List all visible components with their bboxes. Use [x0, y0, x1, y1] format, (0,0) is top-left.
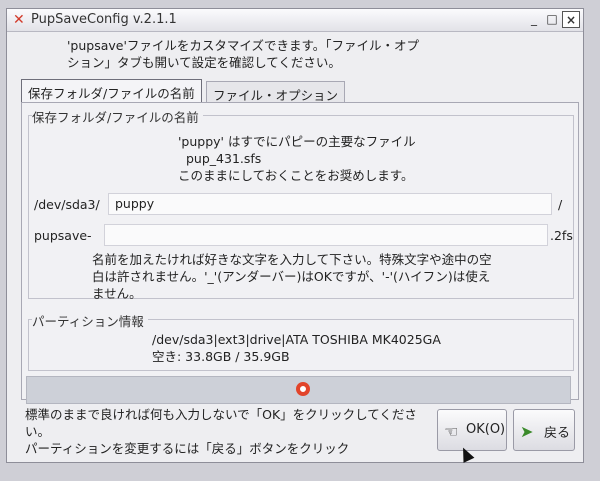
help-button-bar[interactable] [26, 376, 571, 404]
help-line-3: ません。 [92, 286, 142, 301]
info-line-3: このままにしておくことをお奨めします。 [178, 168, 414, 183]
help-line-2: 白は許されません。'_'(アンダーバー)はOKですが、'-'(ハイフン)は使え [92, 269, 491, 284]
close-button[interactable]: × [562, 11, 580, 28]
ok-button[interactable]: ☜ OK(O) [437, 409, 507, 451]
intro-line-2: ション」タブも開いて設定を確認してください。 [67, 55, 341, 70]
tab-save-folder[interactable]: 保存フォルダ/ファイルの名前 [21, 79, 202, 103]
footer-line-3: パーティションを変更するには「戻る」ボタンをクリック [25, 441, 350, 456]
folder-prefix-label: /dev/sda3/ [34, 197, 100, 212]
title-bar[interactable]: ✕ PupSaveConfig v.2.1.1 _ □ × [7, 9, 583, 32]
folder-name-input[interactable]: puppy [108, 193, 552, 215]
partition-free-space: 空き: 33.8GB / 35.9GB [152, 349, 290, 364]
tab-panel: 保存フォルダ/ファイルの名前 'puppy' はすでにパピーの主要なファイル p… [21, 102, 579, 400]
help-line-1: 名前を加えたければ好きな文字を入力して下さい。特殊文字や途中の空 [92, 252, 492, 267]
file-prefix-label: pupsave- [34, 228, 92, 243]
minimize-button[interactable]: _ [525, 11, 543, 28]
ok-button-label: OK(O) [466, 422, 506, 437]
partition-device: /dev/sda3|ext3|drive|ATA TOSHIBA MK4025G… [152, 332, 441, 347]
save-group-title: 保存フォルダ/ファイルの名前 [32, 107, 203, 126]
folder-suffix-label: / [558, 197, 563, 212]
tab-file-options[interactable]: ファイル・オプション [206, 81, 346, 103]
window-title: PupSaveConfig v.2.1.1 [31, 12, 177, 27]
back-arrow-icon: ➤ [520, 422, 534, 441]
footer-line-2: い。 [25, 424, 51, 439]
back-button-label: 戻る [544, 426, 571, 441]
lifebuoy-icon[interactable] [296, 382, 310, 396]
file-suffix-label: .2fs [550, 228, 573, 243]
app-x-icon: ✕ [13, 12, 25, 28]
info-line-2: pup_431.sfs [186, 151, 262, 166]
maximize-button[interactable]: □ [543, 11, 561, 28]
intro-line-1: 'pupsave'ファイルをカスタマイズできます。「ファイル・オプ [67, 38, 420, 53]
info-line-1: 'puppy' はすでにパピーの主要なファイル [178, 134, 416, 149]
hand-pointing-icon: ☜ [444, 422, 459, 441]
back-button[interactable]: ➤ 戻る [513, 409, 575, 451]
pupsave-config-window: ✕ PupSaveConfig v.2.1.1 _ □ × 'pupsave'フ… [6, 8, 584, 463]
partition-group-title: パーティション情報 [32, 311, 148, 330]
file-name-input[interactable] [104, 224, 548, 246]
footer-line-1: 標準のままで良ければ何も入力しないで「OK」をクリックしてくださ [25, 407, 417, 422]
